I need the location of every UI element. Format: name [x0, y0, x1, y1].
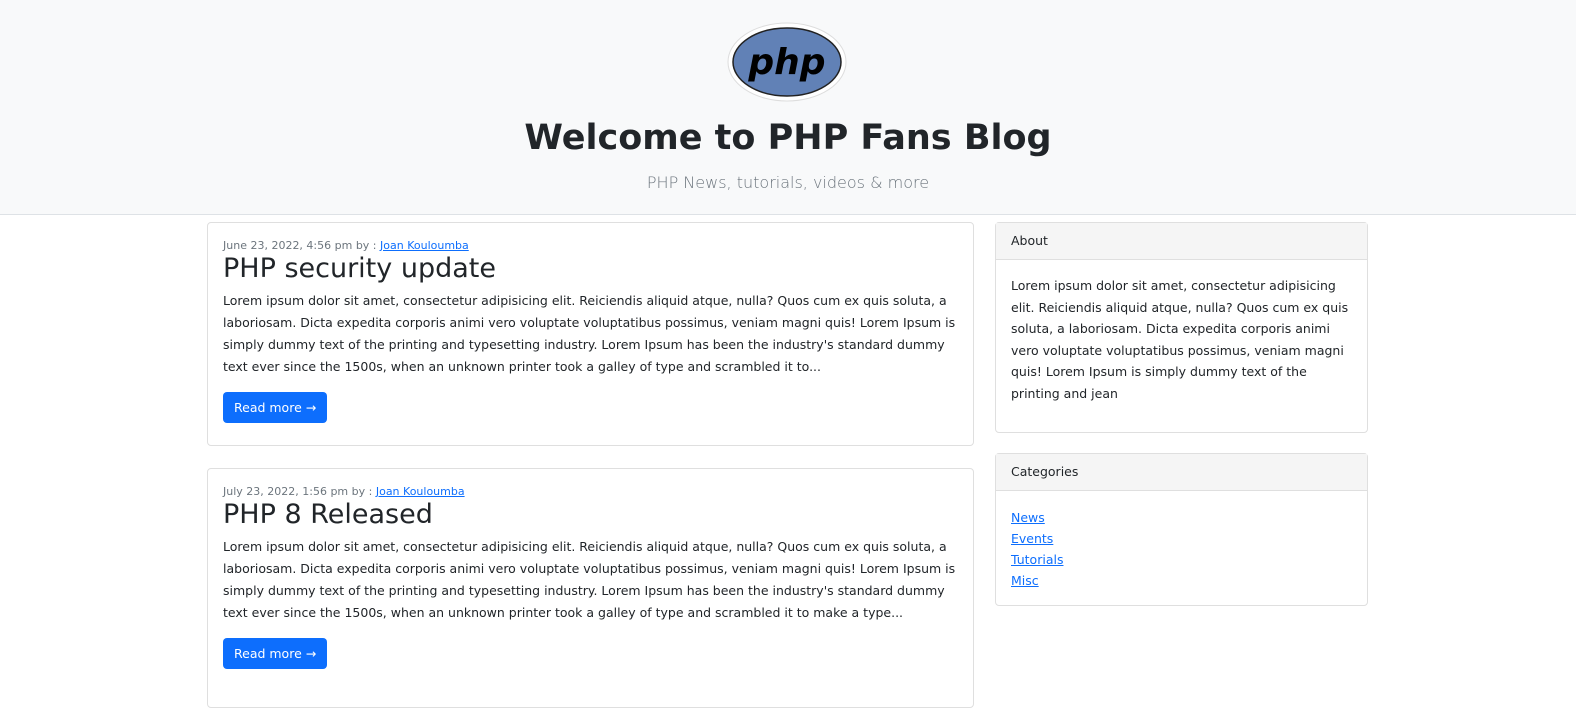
categories-list: News Events Tutorials Misc: [996, 491, 1367, 606]
post-card: June 23, 2022, 4:56 pm by : Joan Kouloum…: [207, 222, 974, 446]
categories-card: Categories News Events Tutorials Misc: [995, 453, 1368, 606]
about-header: About: [996, 223, 1367, 260]
category-link-events[interactable]: Events: [1011, 528, 1352, 549]
page-title: Welcome to PHP Fans Blog: [524, 118, 1052, 158]
author-link[interactable]: Joan Kouloumba: [380, 239, 469, 252]
post-date: June 23, 2022, 4:56 pm by :: [223, 239, 381, 252]
about-text: Lorem ipsum dolor sit amet, consectetur …: [1011, 278, 1349, 401]
post-meta: July 23, 2022, 1:56 pm by : Joan Kouloum…: [223, 485, 958, 498]
svg-text:php: php: [747, 42, 825, 83]
category-link-misc[interactable]: Misc: [1011, 570, 1352, 591]
post-excerpt: Lorem ipsum dolor sit amet, consectetur …: [223, 293, 956, 375]
read-more-button[interactable]: Read more →: [223, 638, 328, 670]
page-subtitle: PHP News, tutorials, videos & more: [646, 173, 930, 192]
about-card: About Lorem ipsum dolor sit amet, consec…: [995, 222, 1368, 433]
read-more-button[interactable]: Read more →: [223, 392, 328, 424]
post-date: July 23, 2022, 1:56 pm by :: [223, 485, 376, 498]
category-link-tutorials[interactable]: Tutorials: [1011, 549, 1352, 570]
post-title: PHP 8 Released: [223, 499, 433, 530]
author-link[interactable]: Joan Kouloumba: [376, 485, 465, 498]
category-link-news[interactable]: News: [1011, 507, 1352, 528]
post-card: July 23, 2022, 1:56 pm by : Joan Kouloum…: [207, 468, 974, 708]
post-title: PHP security update: [223, 253, 496, 284]
categories-header: Categories: [996, 454, 1367, 491]
site-header: php Welcome to PHP Fans Blog PHP News, t…: [0, 0, 1576, 215]
post-meta: June 23, 2022, 4:56 pm by : Joan Kouloum…: [223, 239, 958, 252]
post-excerpt: Lorem ipsum dolor sit amet, consectetur …: [223, 539, 956, 621]
php-logo: php: [727, 22, 847, 102]
